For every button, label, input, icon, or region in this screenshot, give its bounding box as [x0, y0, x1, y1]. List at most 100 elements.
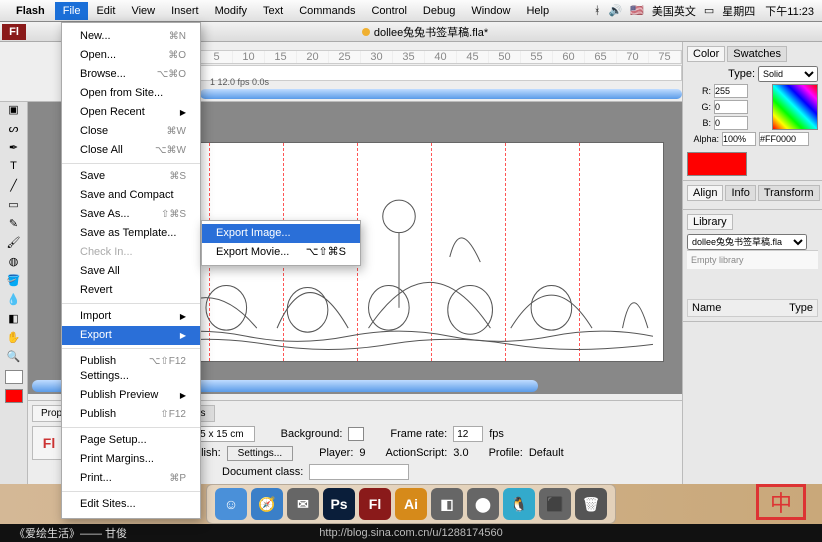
brush-tool[interactable]: 🖌 [3, 233, 25, 251]
menu-commands[interactable]: Commands [291, 2, 363, 20]
dock-illustrator[interactable]: Ai [395, 488, 427, 520]
timeline-status: 1 12.0 fps 0.0s [210, 77, 269, 87]
file-menu-item[interactable]: Close⌘W [62, 122, 200, 141]
fps-label: fps [489, 428, 504, 440]
ink-bottle-tool[interactable]: ◍ [3, 252, 25, 270]
tab-transform[interactable]: Transform [758, 185, 820, 201]
menu-window[interactable]: Window [463, 2, 518, 20]
text-tool[interactable]: T [3, 157, 25, 175]
library-columns[interactable]: Name Type [687, 299, 818, 317]
menu-text[interactable]: Text [255, 2, 291, 20]
file-menu-item[interactable]: Print...⌘P [62, 469, 200, 488]
export-submenu-item[interactable]: Export Image... [202, 224, 360, 243]
dock-qq[interactable]: 🐧 [503, 488, 535, 520]
file-menu-item[interactable]: Edit Sites... [62, 495, 200, 514]
file-menu-item[interactable]: Open Recent [62, 103, 200, 122]
line-tool[interactable]: ╱ [3, 176, 25, 194]
export-submenu-item[interactable]: Export Movie...⌥⇧⌘S [202, 243, 360, 262]
tab-info[interactable]: Info [725, 185, 755, 201]
file-menu-item[interactable]: Publish Settings...⌥⇧F12 [62, 352, 200, 386]
file-menu-item[interactable]: Page Setup... [62, 431, 200, 450]
g-field[interactable] [714, 100, 748, 114]
dock-app3[interactable]: ⬤ [467, 488, 499, 520]
file-menu-item[interactable]: Save All [62, 262, 200, 281]
file-menu-item[interactable]: Open...⌘O [62, 46, 200, 65]
timeline-ruler[interactable]: 51015202530354045505560657075 [200, 50, 682, 64]
file-menu-item[interactable]: New...⌘N [62, 27, 200, 46]
fill-swatch[interactable] [5, 389, 23, 403]
file-menu-item[interactable]: Import [62, 307, 200, 326]
battery-icon[interactable]: ▭ [704, 4, 714, 17]
menu-control[interactable]: Control [363, 2, 414, 20]
file-menu-item[interactable]: Close All⌥⌘W [62, 141, 200, 160]
clock[interactable]: 下午11:23 [765, 3, 814, 19]
timeline-track[interactable] [200, 65, 682, 81]
file-menu-item[interactable]: Publish Preview [62, 386, 200, 405]
file-menu-item[interactable]: Export [62, 326, 200, 345]
file-menu-item[interactable]: Save⌘S [62, 167, 200, 186]
tab-color[interactable]: Color [687, 46, 725, 62]
file-menu-item[interactable]: Save As...⇧⌘S [62, 205, 200, 224]
frame-tick: 20 [297, 51, 329, 63]
framerate-field[interactable] [453, 426, 483, 442]
bluetooth-icon[interactable]: ᚼ [594, 5, 601, 17]
dock-flash[interactable]: Fl [359, 488, 391, 520]
paint-bucket-tool[interactable]: 🪣 [3, 271, 25, 289]
library-doc-select[interactable]: dollee兔兔书签草稿.fla [687, 234, 807, 250]
dock-finder[interactable]: ☺ [215, 488, 247, 520]
dock-photoshop[interactable]: Ps [323, 488, 355, 520]
file-menu-item[interactable]: Print Margins... [62, 450, 200, 469]
eraser-tool[interactable]: ◧ [3, 309, 25, 327]
dock-app2[interactable]: ◧ [431, 488, 463, 520]
free-transform-tool[interactable]: ▣ [3, 100, 25, 118]
menu-help[interactable]: Help [518, 2, 557, 20]
flag-icon[interactable]: 🇺🇸 [630, 4, 644, 17]
menu-debug[interactable]: Debug [415, 2, 463, 20]
file-menu-item[interactable]: Browse...⌥⌘O [62, 65, 200, 84]
b-field[interactable] [714, 116, 748, 130]
menu-modify[interactable]: Modify [207, 2, 255, 20]
eyedropper-tool[interactable]: 💧 [3, 290, 25, 308]
file-menu-item[interactable]: Revert [62, 281, 200, 300]
library-panel: Library dollee兔兔书签草稿.fla Empty library N… [683, 210, 822, 322]
volume-icon[interactable]: 🔊 [608, 4, 622, 17]
tab-library[interactable]: Library [687, 214, 733, 230]
dock-app[interactable]: ✉ [287, 488, 319, 520]
type-select[interactable]: Solid [758, 66, 818, 82]
r-label: R: [687, 86, 711, 96]
stroke-swatch[interactable] [5, 370, 23, 384]
file-menu-item[interactable]: Save as Template... [62, 224, 200, 243]
frame-tick: 25 [329, 51, 361, 63]
docclass-field[interactable] [309, 464, 409, 480]
dock-trash[interactable]: 🗑 [575, 488, 607, 520]
zoom-tool[interactable]: 🔍 [3, 347, 25, 365]
bg-swatch[interactable] [348, 427, 364, 441]
file-menu-item[interactable]: Open from Site... [62, 84, 200, 103]
lasso-tool[interactable]: ᔕ [3, 119, 25, 137]
color-picker[interactable] [772, 84, 818, 130]
document-tab[interactable]: dollee兔兔书签草稿.fla* [362, 24, 488, 40]
menu-file[interactable]: File [55, 2, 89, 20]
framerate-label: Frame rate: [390, 428, 447, 440]
pen-tool[interactable]: ✒ [3, 138, 25, 156]
r-field[interactable] [714, 84, 748, 98]
settings-button[interactable]: Settings... [227, 446, 293, 461]
hex-field[interactable] [759, 132, 809, 146]
timeline-scrollbar[interactable] [200, 89, 682, 99]
alpha-field[interactable] [722, 132, 756, 146]
rectangle-tool[interactable]: ▭ [3, 195, 25, 213]
app-name[interactable]: Flash [16, 5, 45, 17]
file-menu-item[interactable]: Publish⇧F12 [62, 405, 200, 424]
menu-view[interactable]: View [123, 2, 163, 20]
hand-tool[interactable]: ✋ [3, 328, 25, 346]
tab-align[interactable]: Align [687, 185, 723, 201]
tab-swatches[interactable]: Swatches [727, 46, 787, 62]
dock-safari[interactable]: 🧭 [251, 488, 283, 520]
ime-label[interactable]: 美国英文 [652, 3, 696, 19]
menu-insert[interactable]: Insert [163, 2, 207, 20]
file-menu-item[interactable]: Check In... [62, 243, 200, 262]
menu-edit[interactable]: Edit [88, 2, 123, 20]
file-menu-item[interactable]: Save and Compact [62, 186, 200, 205]
pencil-tool[interactable]: ✎ [3, 214, 25, 232]
dock-app4[interactable]: ⬛ [539, 488, 571, 520]
